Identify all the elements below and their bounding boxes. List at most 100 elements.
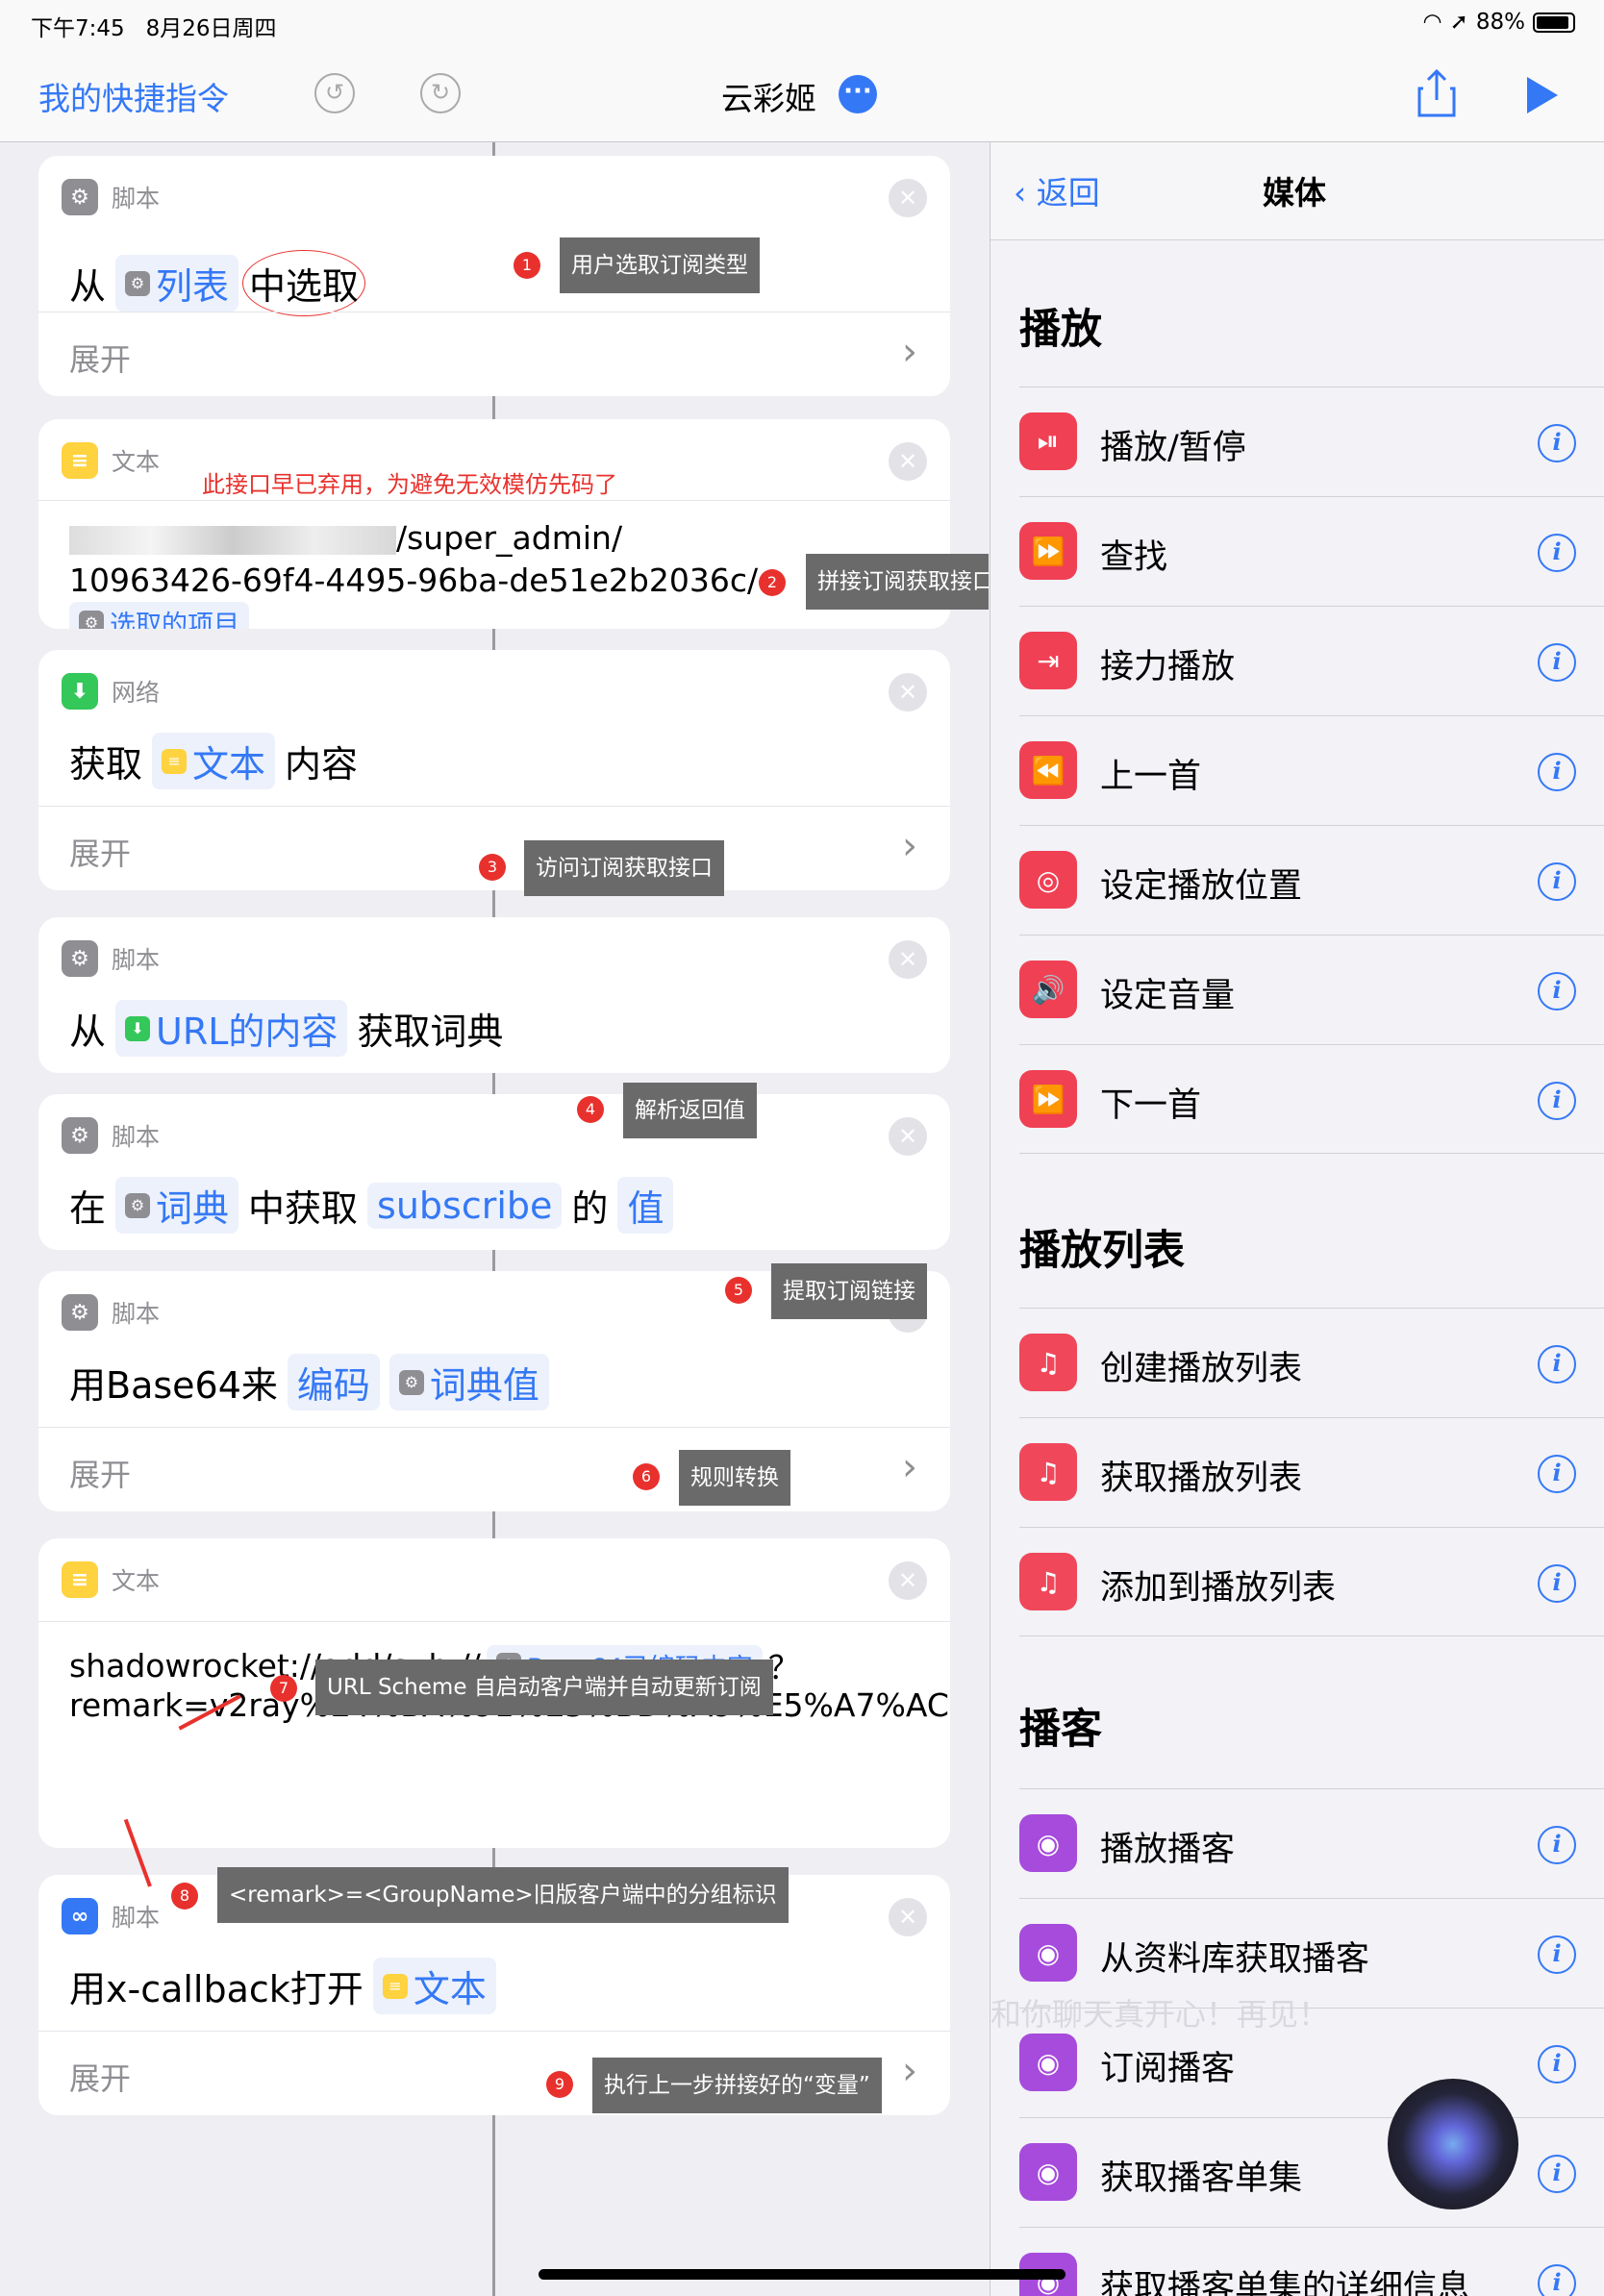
section-header-podcasts: 播客	[1019, 1706, 1102, 1754]
close-icon[interactable]: ✕	[889, 1561, 927, 1600]
status-time: 下午7:45	[31, 16, 125, 41]
gear-icon: ⚙	[62, 179, 98, 215]
siri-caption: 和你聊天真开心！再见！	[990, 1996, 1330, 2033]
section-header-playback: 播放	[1019, 306, 1102, 354]
annotation-tooltip: 规则转换	[679, 1450, 790, 1506]
info-icon[interactable]: i	[1538, 1345, 1576, 1384]
info-icon[interactable]: i	[1538, 753, 1576, 791]
text-doc-icon: ≡	[162, 748, 188, 774]
music-note-icon: ♫	[1019, 1334, 1077, 1391]
siri-orb-icon[interactable]	[1388, 2079, 1518, 2209]
annotation-tooltip: 执行上一步拼接好的“变量”	[592, 2058, 882, 2113]
download-arrow-icon: ⬇	[62, 673, 98, 710]
token-encode-mode[interactable]: 编码	[287, 1354, 380, 1410]
action-card-get-dictionary-value[interactable]: ⚙ 脚本 ✕ 在 ⚙ 词典 中获取 subscribe 的 值	[38, 1094, 950, 1250]
info-icon[interactable]: i	[1538, 862, 1576, 901]
action-text: 中选取	[242, 250, 366, 316]
variable-token-url-contents[interactable]: ⬇ URL的内容	[115, 1000, 348, 1057]
more-options-icon[interactable]: ···	[839, 75, 877, 113]
location-icon: ➚	[1449, 10, 1468, 35]
action-row[interactable]: ◎ 设定播放位置 i	[1019, 825, 1604, 935]
my-shortcuts-back-button[interactable]: 我的快捷指令	[38, 73, 229, 119]
card-category: 脚本	[112, 185, 161, 212]
close-icon[interactable]: ✕	[889, 1117, 927, 1156]
info-icon[interactable]: i	[1538, 972, 1576, 1011]
action-row[interactable]: ⏪ 上一首 i	[1019, 715, 1604, 825]
info-icon[interactable]: i	[1538, 2045, 1576, 2084]
info-icon[interactable]: i	[1538, 2264, 1576, 2296]
variable-token-dictionary[interactable]: ⚙ 词典	[115, 1177, 239, 1234]
section-header-playlists: 播放列表	[1019, 1227, 1185, 1275]
panel-title: 媒体	[1263, 174, 1326, 212]
variable-token-text[interactable]: ≡ 文本	[372, 1958, 496, 2014]
action-row[interactable]: ⏩ 下一首 i	[1019, 1044, 1604, 1154]
share-icon[interactable]	[1417, 69, 1456, 117]
home-indicator[interactable]	[539, 2269, 1065, 2280]
text-doc-icon: ≡	[62, 1561, 98, 1598]
action-text: 获取	[69, 743, 143, 786]
info-icon[interactable]: i	[1538, 534, 1576, 572]
action-library-panel[interactable]: ‹ 返回 媒体 播放 ⏯ 播放/暂停 i ⏩ 查找 i ⇥ 接力播放 i ⏪ 上一首 i ◎ 设定…	[990, 142, 1604, 2296]
card-category: 脚本	[112, 1300, 161, 1328]
battery-percent: 88%	[1475, 10, 1525, 35]
gear-icon: ⚙	[62, 1294, 98, 1331]
action-row[interactable]: ♫ 获取播放列表 i	[1019, 1417, 1604, 1527]
url-uuid: 10963426-69f4-4495-96ba-de51e2b2036c/	[69, 562, 759, 599]
chevron-right-icon: ›	[902, 2049, 917, 2093]
chevron-right-icon: ›	[902, 1445, 917, 1489]
action-row[interactable]: ♫ 添加到播放列表 i	[1019, 1527, 1604, 1636]
variable-token-dictionary-value[interactable]: ⚙ 词典值	[388, 1354, 549, 1410]
status-date: 8月26日周四	[145, 16, 277, 41]
expand-row[interactable]: 展开 ›	[38, 312, 950, 396]
action-row[interactable]: ⏯ 播放/暂停 i	[1019, 387, 1604, 496]
info-icon[interactable]: i	[1538, 1082, 1576, 1120]
close-icon[interactable]: ✕	[889, 940, 927, 979]
panel-back-button[interactable]: ‹ 返回	[1014, 167, 1100, 213]
info-icon[interactable]: i	[1538, 1455, 1576, 1493]
run-play-icon[interactable]	[1527, 77, 1558, 113]
info-icon[interactable]: i	[1538, 424, 1576, 462]
key-token-subscribe[interactable]: subscribe	[367, 1182, 563, 1229]
airplay-icon: ◎	[1019, 851, 1077, 909]
close-icon[interactable]: ✕	[889, 1898, 927, 1936]
variable-token-text[interactable]: ≡ 文本	[152, 733, 276, 789]
music-note-icon: ♫	[1019, 1443, 1077, 1501]
gear-icon: ⚙	[62, 1117, 98, 1154]
chevron-right-icon: ›	[902, 824, 917, 868]
action-card-get-dictionary[interactable]: ⚙ 脚本 ✕ 从 ⬇ URL的内容 获取词典	[38, 917, 950, 1073]
action-card-choose-from-list[interactable]: ⚙ 脚本 ✕ 从 ⚙ 列表 中选取 展开 ›	[38, 156, 950, 396]
info-icon[interactable]: i	[1538, 1826, 1576, 1864]
podcast-icon: ◉	[1019, 2143, 1077, 2201]
speaker-icon: 🔊	[1019, 961, 1077, 1018]
podcast-icon: ◉	[1019, 1814, 1077, 1872]
annotation-tooltip: <remark>=<GroupName>旧版客户端中的分组标识	[217, 1867, 789, 1923]
gear-icon: ⚙	[398, 1369, 424, 1395]
info-icon[interactable]: i	[1538, 643, 1576, 682]
action-row[interactable]: ◉ 获取播客单集的详细信息 i	[1019, 2227, 1604, 2296]
info-icon[interactable]: i	[1538, 1935, 1576, 1974]
shortcut-editor[interactable]: ⚙ 脚本 ✕ 从 ⚙ 列表 中选取 展开 › ≡ 文本 此接口早已弃用，为避免无效模仿先…	[0, 142, 989, 2296]
close-icon[interactable]: ✕	[889, 179, 927, 217]
close-icon[interactable]: ✕	[889, 673, 927, 711]
info-icon[interactable]: i	[1538, 1564, 1576, 1603]
redo-icon[interactable]: ↻	[420, 73, 461, 113]
token-value[interactable]: 值	[617, 1177, 674, 1234]
annotation-number: 6	[633, 1463, 660, 1490]
gear-icon: ⚙	[79, 610, 104, 629]
play-pause-icon: ⏯	[1019, 412, 1077, 470]
undo-icon[interactable]: ↺	[314, 73, 355, 113]
annotation-tooltip: 用户选取订阅类型	[560, 237, 760, 293]
close-icon[interactable]: ✕	[889, 442, 927, 481]
action-row[interactable]: ⇥ 接力播放 i	[1019, 606, 1604, 715]
action-text: 内容	[285, 743, 359, 786]
expand-row[interactable]: 展开 ›	[38, 1427, 950, 1511]
card-category: 文本	[112, 448, 161, 476]
action-row[interactable]: ◉ 播放播客 i	[1019, 1788, 1604, 1898]
info-icon[interactable]: i	[1538, 2155, 1576, 2193]
gear-icon: ⚙	[62, 940, 98, 977]
action-row[interactable]: 🔊 设定音量 i	[1019, 935, 1604, 1044]
action-row[interactable]: ⏩ 查找 i	[1019, 496, 1604, 606]
variable-token-chosen-item[interactable]: ⚙ 选取的项目	[69, 602, 249, 629]
action-row[interactable]: ♫ 创建播放列表 i	[1019, 1308, 1604, 1417]
variable-token-list[interactable]: ⚙ 列表	[115, 255, 239, 312]
